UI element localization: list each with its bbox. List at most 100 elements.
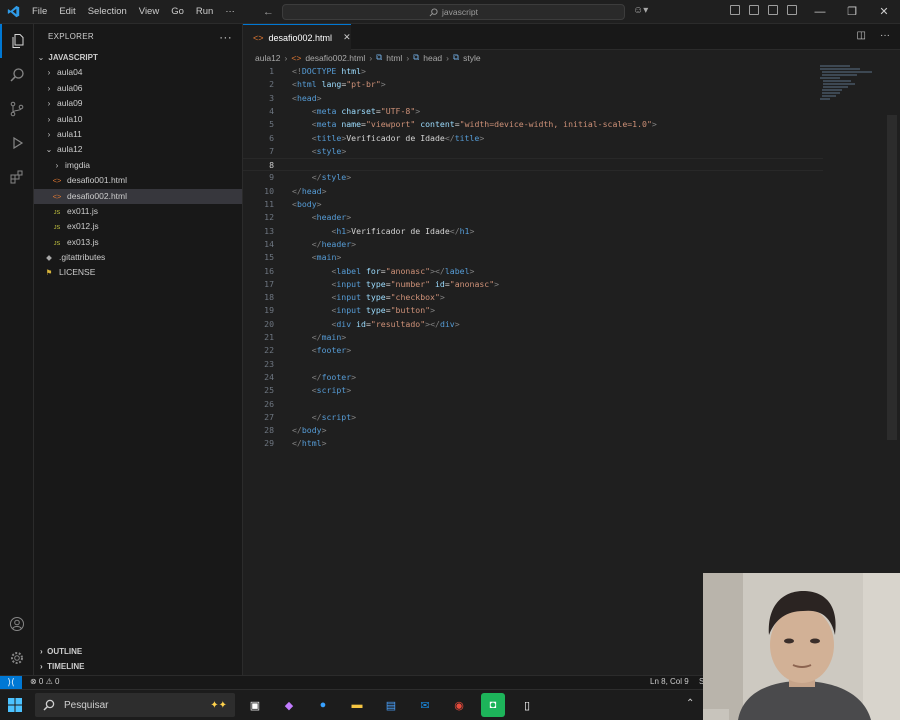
code-line[interactable]: 8: [243, 158, 823, 172]
tree-item-label: desafio002.html: [67, 190, 128, 201]
file-item[interactable]: JS ex012.js: [34, 219, 242, 234]
code-line[interactable]: 13 <h1>Verificador de Idade</h1>: [243, 225, 823, 238]
menu-go[interactable]: Go: [165, 0, 190, 24]
extensions-icon[interactable]: [0, 160, 34, 194]
folder-item[interactable]: › aula04: [34, 65, 242, 80]
code-line[interactable]: 14 </header>: [243, 238, 823, 251]
code-line[interactable]: 24 </footer>: [243, 371, 823, 384]
code-line[interactable]: 15 <main>: [243, 251, 823, 264]
code-line[interactable]: 12 <header>: [243, 211, 823, 224]
code-line[interactable]: 28 </body>: [243, 424, 823, 437]
folder-item[interactable]: › imgdia: [34, 158, 242, 173]
task-view-icon[interactable]: ▣: [243, 693, 267, 717]
code-line[interactable]: 10 </head>: [243, 185, 823, 198]
code-token: html: [341, 66, 362, 76]
code-line[interactable]: 22 <footer>: [243, 344, 823, 357]
tree-item-label: imgdia: [65, 159, 91, 170]
split-editor-icon[interactable]: ◫: [857, 30, 866, 41]
file-item[interactable]: ◆ .gitattributes: [34, 250, 242, 265]
code-line[interactable]: 18 <input type="checkbox">: [243, 291, 823, 304]
code-line[interactable]: 3 <head>: [243, 92, 823, 105]
breadcrumb-style[interactable]: style: [463, 53, 480, 63]
command-center-search[interactable]: javascript: [282, 4, 625, 20]
workspace-root[interactable]: ⌄ JAVASCRIPT: [34, 50, 242, 65]
toggle-panel-icon[interactable]: [768, 5, 778, 15]
more-actions-icon[interactable]: ···: [219, 24, 232, 50]
folder-item[interactable]: ⌄ aula12: [34, 142, 242, 157]
menu-run[interactable]: Run: [190, 0, 219, 24]
chrome-icon[interactable]: ◉: [447, 693, 471, 717]
windows-start-icon[interactable]: [8, 698, 22, 714]
file-item[interactable]: <> desafio002.html: [34, 188, 242, 204]
outline-section[interactable]: › OUTLINE: [34, 644, 82, 659]
menu-selection[interactable]: Selection: [82, 0, 133, 24]
back-arrow-icon[interactable]: ←: [263, 6, 274, 18]
menu-file[interactable]: File: [26, 0, 53, 24]
taskbar-search[interactable]: Pesquisar ✦✦: [35, 693, 235, 717]
customize-layout-icon[interactable]: [730, 5, 740, 15]
store-icon[interactable]: ▤: [379, 693, 403, 717]
explorer-icon[interactable]: [0, 24, 34, 58]
code-line[interactable]: 19 <input type="button">: [243, 304, 823, 317]
editor-more-icon[interactable]: ···: [880, 30, 890, 41]
menu-view[interactable]: View: [133, 0, 165, 24]
breadcrumb-html[interactable]: html: [386, 53, 402, 63]
copilot-app-icon[interactable]: ◆: [277, 693, 301, 717]
file-item[interactable]: ⚑ LICENSE: [34, 265, 242, 280]
code-line[interactable]: 26: [243, 398, 823, 411]
breadcrumb-file[interactable]: desafio002.html: [305, 53, 365, 63]
code-line[interactable]: 20 <div id="resultado"></div>: [243, 318, 823, 331]
toggle-primary-sidebar-icon[interactable]: [749, 5, 759, 15]
folder-item[interactable]: › aula11: [34, 127, 242, 142]
code-line[interactable]: 17 <input type="number" id="anonasc">: [243, 278, 823, 291]
tab-desafio002[interactable]: <> desafio002.html ✕: [243, 24, 351, 50]
problems-count[interactable]: ⊗ 0 ⚠ 0: [30, 677, 59, 686]
code-line[interactable]: 27 </script>: [243, 411, 823, 424]
minimize-icon[interactable]: —: [804, 0, 836, 24]
discord-icon[interactable]: ◘: [481, 693, 505, 717]
restore-icon[interactable]: ❐: [836, 0, 868, 24]
file-item[interactable]: JS ex013.js: [34, 235, 242, 250]
folder-item[interactable]: › aula06: [34, 81, 242, 96]
code-line[interactable]: 6 <title>Verificador de Idade</title>: [243, 132, 823, 145]
code-line[interactable]: 1 <!DOCTYPE html>: [243, 65, 823, 78]
editor-scrollbar[interactable]: [887, 115, 897, 440]
close-icon[interactable]: ✕: [868, 0, 900, 24]
file-item[interactable]: <> desafio001.html: [34, 173, 242, 188]
close-tab-icon[interactable]: ✕: [343, 32, 351, 43]
timeline-section[interactable]: › TIMELINE: [34, 659, 84, 674]
code-line[interactable]: 16 <label for="anonasc"></label>: [243, 265, 823, 278]
toggle-secondary-sidebar-icon[interactable]: [787, 5, 797, 15]
breadcrumb-folder[interactable]: aula12: [255, 53, 281, 63]
cursor-position[interactable]: Ln 8, Col 9: [650, 677, 689, 686]
menu-edit[interactable]: Edit: [53, 0, 81, 24]
copilot-icon[interactable]: ☺▾: [633, 5, 648, 16]
search-activity-icon[interactable]: [0, 58, 34, 92]
code-line[interactable]: 4 <meta charset="UTF-8">: [243, 105, 823, 118]
settings-gear-icon[interactable]: [0, 641, 34, 675]
code-line[interactable]: 25 <script>: [243, 384, 823, 397]
code-line[interactable]: 11 <body>: [243, 198, 823, 211]
edge-icon[interactable]: ●: [311, 693, 335, 717]
minimap[interactable]: [820, 65, 880, 105]
run-debug-icon[interactable]: [0, 126, 34, 160]
code-line[interactable]: 2 <html lang="pt-br">: [243, 78, 823, 91]
folder-item[interactable]: › aula09: [34, 96, 242, 111]
breadcrumb-head[interactable]: head: [423, 53, 442, 63]
file-item[interactable]: JS ex011.js: [34, 204, 242, 219]
notepad-icon[interactable]: ▯: [515, 693, 539, 717]
file-explorer-icon[interactable]: ▬: [345, 693, 369, 717]
show-hidden-icons-icon[interactable]: ⌃: [686, 698, 694, 709]
accounts-icon[interactable]: [0, 607, 34, 641]
menu-more[interactable]: ···: [219, 0, 241, 24]
code-line[interactable]: 23: [243, 358, 823, 371]
code-line[interactable]: 9 </style>: [243, 171, 823, 184]
remote-indicator-icon[interactable]: ⟩⟨: [0, 676, 22, 690]
source-control-icon[interactable]: [0, 92, 34, 126]
code-line[interactable]: 7 <style>: [243, 145, 823, 158]
code-line[interactable]: 21 </main>: [243, 331, 823, 344]
outlook-icon[interactable]: ✉: [413, 693, 437, 717]
folder-item[interactable]: › aula10: [34, 112, 242, 127]
code-line[interactable]: 29 </html>: [243, 437, 823, 450]
code-line[interactable]: 5 <meta name="viewport" content="width=d…: [243, 118, 823, 131]
